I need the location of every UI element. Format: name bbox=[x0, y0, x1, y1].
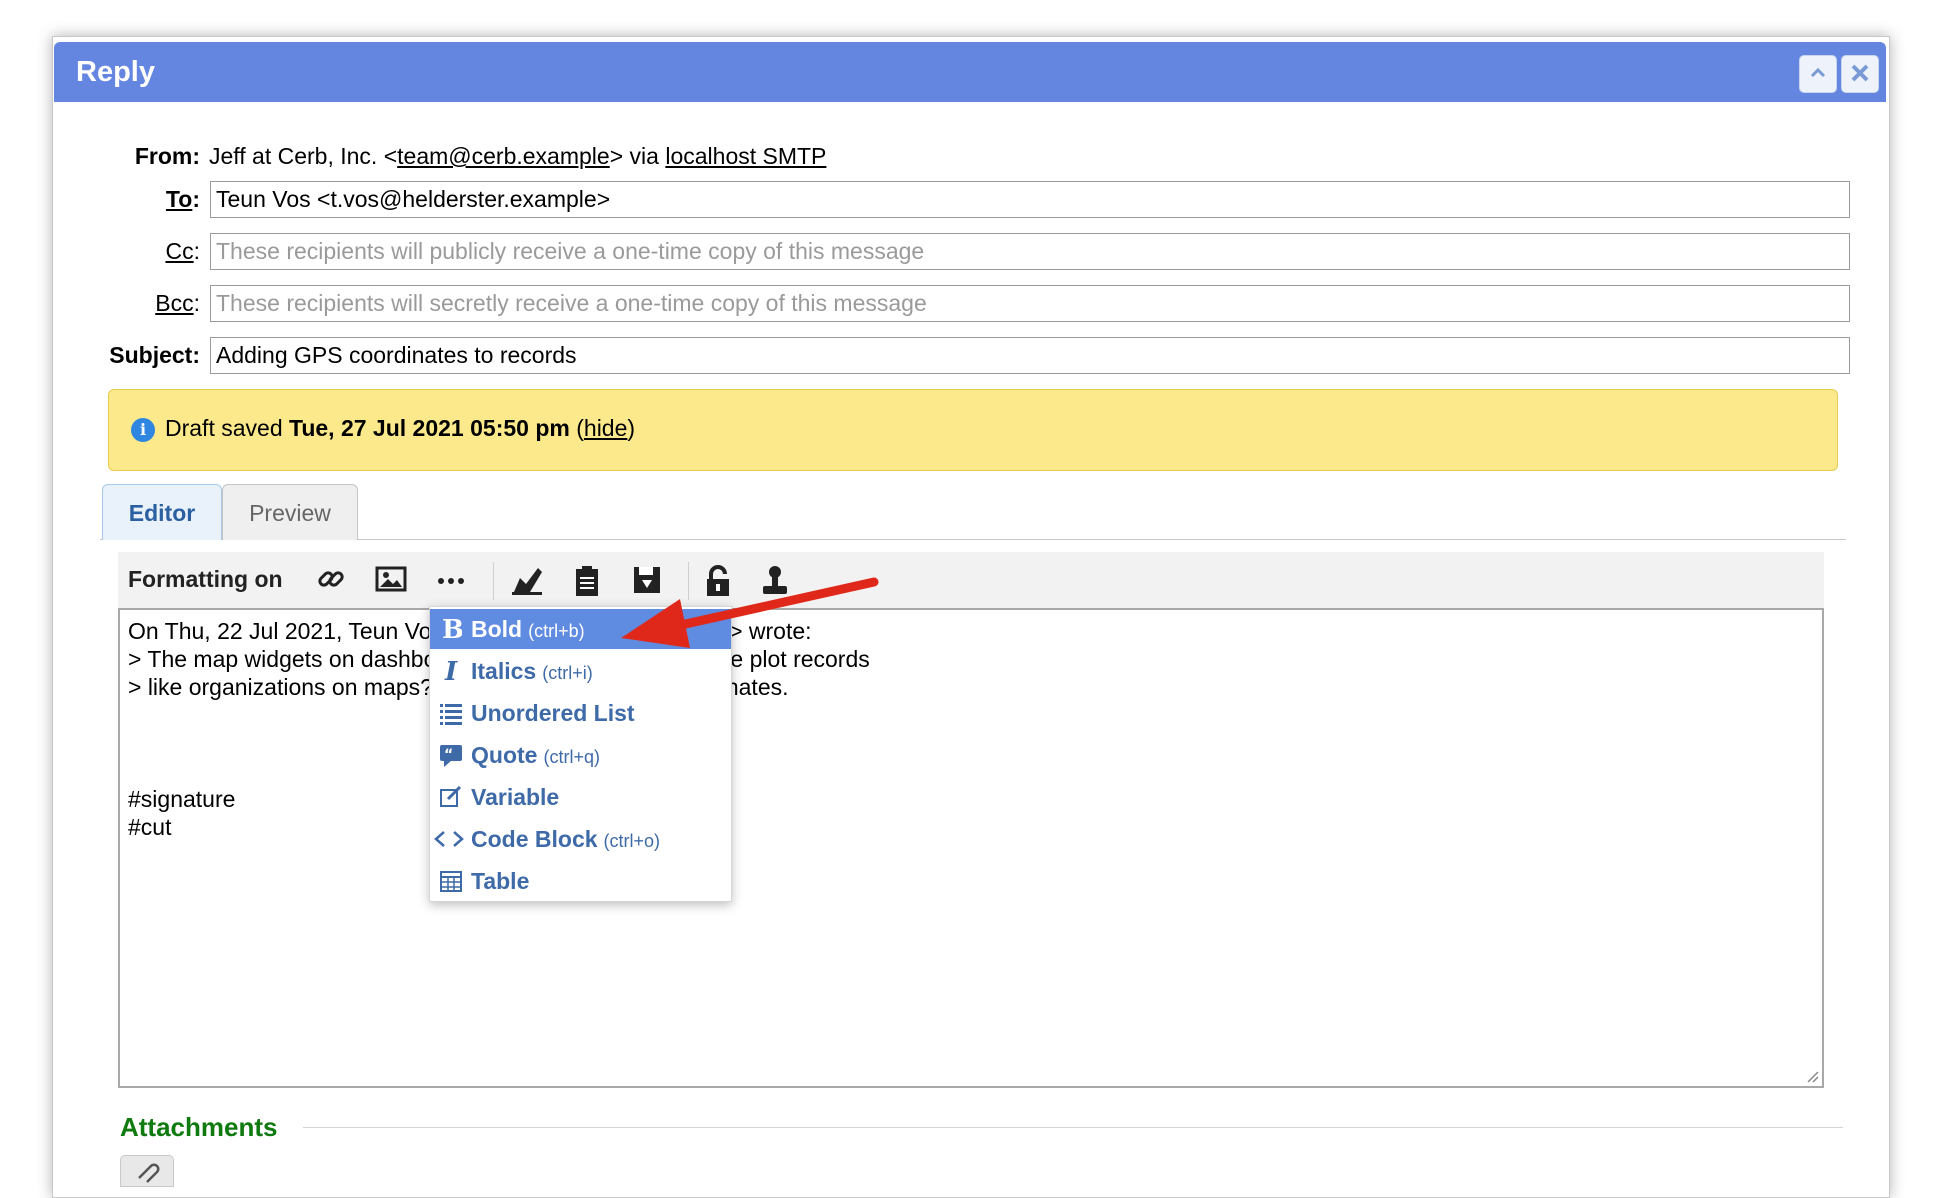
paperclip-icon bbox=[138, 1163, 160, 1183]
attach-file-button[interactable] bbox=[120, 1155, 174, 1187]
attachments-divider bbox=[303, 1127, 1843, 1128]
attachments-heading: Attachments bbox=[120, 1112, 278, 1142]
annotation-arrow-icon bbox=[621, 577, 879, 648]
